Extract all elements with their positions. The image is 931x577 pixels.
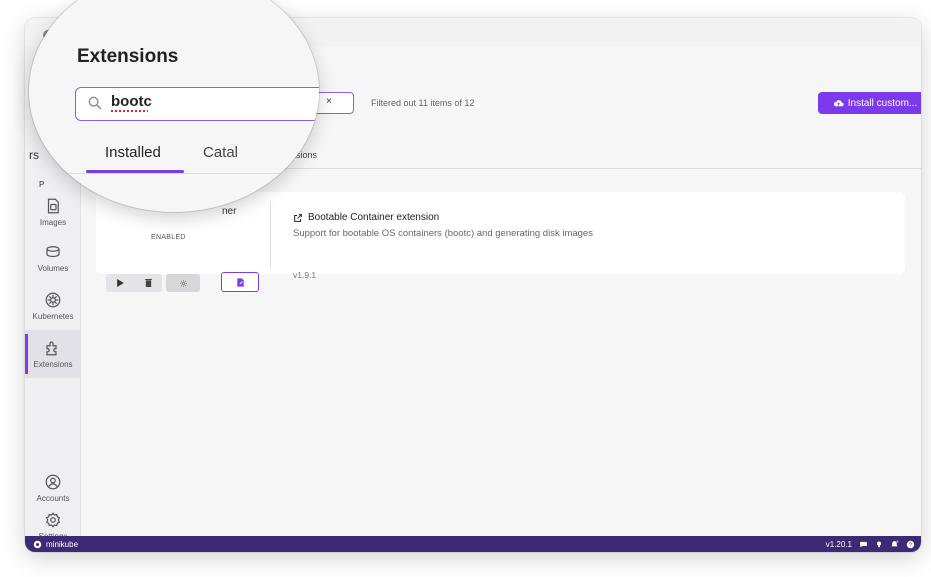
kubernetes-icon [45, 292, 61, 308]
status-badge: ENABLED [151, 234, 186, 241]
install-custom-label: Install custom... [847, 97, 918, 109]
search-clear-icon[interactable]: × [326, 96, 332, 107]
extension-version: v1.9.1 [293, 270, 317, 280]
document-edit-icon [236, 277, 244, 287]
help-icon[interactable]: ? [906, 540, 915, 549]
extension-details-button[interactable] [221, 272, 259, 292]
images-icon [47, 198, 59, 214]
settings-icon [45, 512, 61, 528]
extension-partial-name: ner [222, 206, 237, 217]
sidebar-item-label: Kubernetes [32, 312, 74, 321]
gear-icon [179, 279, 187, 287]
sidebar-item-label: Accounts [36, 494, 70, 503]
extension-name: Bootable Container extension [308, 212, 440, 223]
extensions-icon [46, 341, 57, 356]
chat-icon[interactable] [859, 540, 868, 549]
status-bar: minikube v1.20.1 ? [25, 536, 921, 552]
card-divider [270, 202, 271, 268]
sidebar-item-label: Extensions [33, 360, 73, 369]
tabs-divider-zoomed [69, 173, 319, 174]
extension-title[interactable]: Bootable Container extension [293, 212, 439, 223]
svg-text:?: ? [909, 542, 912, 548]
search-icon [88, 96, 102, 110]
accounts-icon [45, 474, 61, 490]
extension-controls [106, 274, 162, 292]
play-icon[interactable] [116, 279, 124, 287]
sidebar-peek-label: rs [29, 148, 39, 162]
volumes-icon [46, 246, 60, 258]
kubernetes-context-icon [33, 540, 42, 548]
extension-description: Support for bootable OS containers (boot… [293, 228, 593, 239]
sidebar-item-accounts[interactable]: Accounts [25, 464, 81, 512]
app-version: v1.20.1 [825, 539, 852, 549]
install-custom-button[interactable]: Install custom... [818, 92, 921, 114]
search-query: bootc [111, 93, 152, 112]
cloud-upload-icon [833, 99, 844, 106]
sidebar-item-volumes[interactable]: Volumes [25, 234, 81, 282]
page-title: Extensions [77, 46, 179, 67]
sidebar-item-kubernetes[interactable]: Kubernetes [25, 282, 81, 330]
filter-status-text: Filtered out 11 items of 12 [371, 98, 475, 108]
trash-icon[interactable] [144, 279, 152, 287]
tab-catalog[interactable]: Catal [203, 144, 238, 161]
sidebar-item-label: Volumes [37, 264, 69, 273]
extension-settings-button[interactable] [166, 274, 200, 292]
sidebar-item-images[interactable]: Images [25, 188, 81, 236]
kube-context-label: minikube [46, 539, 79, 549]
sidebar-item-label: Images [39, 218, 67, 227]
bell-icon[interactable] [890, 539, 899, 549]
kube-context[interactable]: minikube [33, 540, 78, 549]
external-link-icon [294, 213, 302, 222]
status-right: v1.20.1 ? [826, 540, 915, 549]
lightbulb-icon[interactable] [875, 540, 883, 549]
sidebar-item-extensions[interactable]: Extensions [25, 330, 81, 378]
tab-installed[interactable]: Installed [105, 144, 161, 161]
